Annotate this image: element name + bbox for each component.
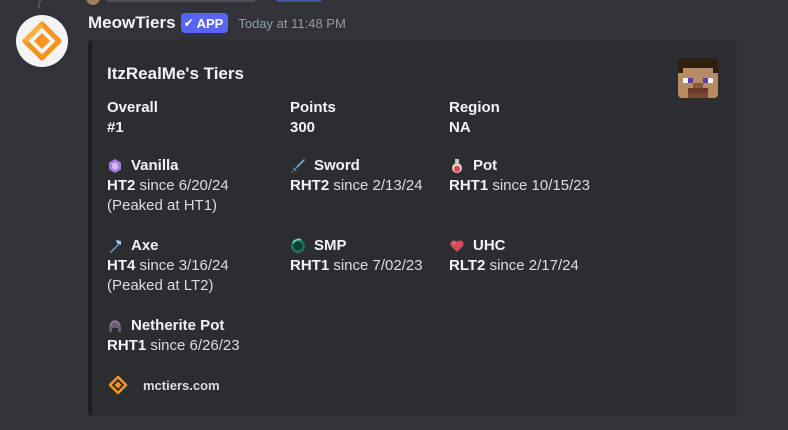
tier-value: RHT1 bbox=[449, 177, 489, 194]
tier-value: RLT2 bbox=[449, 257, 486, 274]
tier-value: HT2 bbox=[107, 177, 136, 194]
reply-connector bbox=[38, 0, 80, 8]
field-vanilla: Vanilla HT2 since 6/20/24 (Peaked at HT1… bbox=[107, 156, 229, 216]
field-name: Pot bbox=[473, 157, 498, 174]
field-sword: Sword RHT2 since 2/13/24 bbox=[290, 156, 423, 196]
field-name: SMP bbox=[314, 237, 347, 254]
field-name: Points bbox=[290, 99, 336, 116]
field-name: Region bbox=[449, 99, 500, 116]
vanilla-crystal-icon bbox=[107, 158, 123, 174]
app-badge: ✔ APP bbox=[180, 13, 229, 33]
field-pot: Pot RHT1 since 10/15/23 bbox=[449, 156, 590, 196]
field-name: UHC bbox=[473, 237, 506, 254]
app-badge-label: APP bbox=[196, 15, 224, 31]
message-timestamp[interactable]: Today at 11:48 PM bbox=[238, 16, 345, 31]
netherite-helmet-icon bbox=[107, 318, 123, 334]
field-points: Points 300 bbox=[290, 98, 336, 138]
field-uhc: UHC RLT2 since 2/17/24 bbox=[449, 236, 579, 276]
username[interactable]: MeowTiers bbox=[88, 13, 176, 33]
axe-icon bbox=[107, 238, 123, 254]
field-axe: Axe HT4 since 3/16/24 (Peaked at LT2) bbox=[107, 236, 229, 296]
message-header: MeowTiers ✔ APP Today at 11:48 PM bbox=[88, 11, 346, 35]
ender-pearl-icon bbox=[290, 238, 306, 254]
tier-value: HT4 bbox=[107, 257, 136, 274]
field-name: Sword bbox=[314, 157, 360, 174]
field-smp: SMP RHT1 since 7/02/23 bbox=[290, 236, 423, 276]
peak-note: (Peaked at HT1) bbox=[107, 197, 218, 214]
field-name: Overall bbox=[107, 99, 158, 116]
field-value: NA bbox=[449, 119, 471, 136]
since-date: since 2/13/24 bbox=[333, 177, 423, 194]
tier-value: RHT2 bbox=[290, 177, 330, 194]
tiers-embed: ItzRealMe's Tiers Overall #1 Points 300 … bbox=[88, 40, 737, 416]
field-overall: Overall #1 bbox=[107, 98, 158, 138]
potion-icon bbox=[449, 158, 465, 174]
bot-avatar[interactable] bbox=[16, 15, 68, 67]
player-head-icon[interactable] bbox=[678, 58, 718, 98]
since-date: since 10/15/23 bbox=[492, 177, 590, 194]
reply-badge bbox=[276, 0, 322, 2]
heart-icon bbox=[449, 238, 465, 254]
reply-preview[interactable] bbox=[106, 0, 256, 2]
field-value: #1 bbox=[107, 119, 124, 136]
field-name: Vanilla bbox=[131, 157, 179, 174]
since-date: since 7/02/23 bbox=[333, 257, 423, 274]
field-name: Axe bbox=[131, 237, 159, 254]
since-date: since 3/16/24 bbox=[139, 257, 229, 274]
footer-text: mctiers.com bbox=[143, 377, 220, 393]
since-date: since 6/20/24 bbox=[139, 177, 229, 194]
meowtiers-logo-icon bbox=[108, 375, 128, 395]
tier-value: RHT1 bbox=[290, 257, 330, 274]
embed-footer: mctiers.com bbox=[107, 374, 220, 396]
field-name: Netherite Pot bbox=[131, 317, 225, 334]
peak-note: (Peaked at LT2) bbox=[107, 277, 214, 294]
since-date: since 2/17/24 bbox=[489, 257, 579, 274]
field-netherite-pot: Netherite Pot RHT1 since 6/26/23 bbox=[107, 316, 240, 356]
tier-value: RHT1 bbox=[107, 337, 147, 354]
reply-avatar[interactable] bbox=[86, 0, 100, 5]
checkmark-icon: ✔ bbox=[183, 16, 194, 30]
sword-icon bbox=[290, 158, 306, 174]
since-date: since 6/26/23 bbox=[150, 337, 240, 354]
meowtiers-logo-icon bbox=[22, 21, 62, 61]
embed-title: ItzRealMe's Tiers bbox=[107, 64, 244, 83]
field-region: Region NA bbox=[449, 98, 500, 138]
field-value: 300 bbox=[290, 119, 316, 136]
